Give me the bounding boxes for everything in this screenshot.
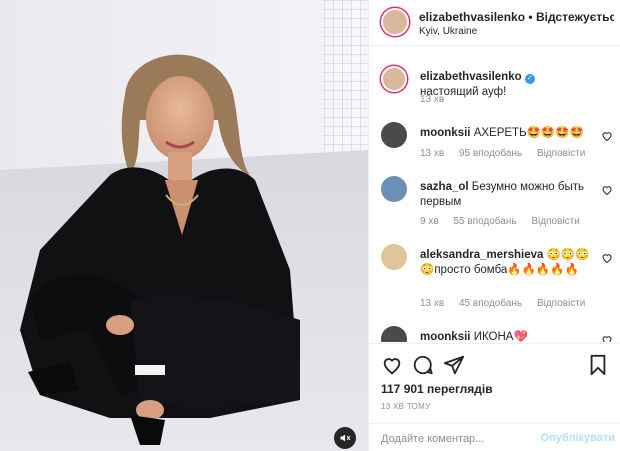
post-timestamp[interactable]: 13 ХВ ТОМУ (381, 402, 431, 411)
comments-list[interactable]: elizabethvasilenko ✓ настоящий ауф! 13 х… (369, 54, 620, 342)
view-count[interactable]: 117 901 переглядів (381, 382, 493, 396)
caption-meta: 13 хв (420, 94, 456, 105)
post-actions: 117 901 переглядів 13 ХВ ТОМУ Опублікува… (369, 343, 620, 451)
video-frame (0, 0, 368, 451)
comment-username[interactable]: moonksii (420, 331, 470, 342)
following-button[interactable]: Відстежується (536, 10, 614, 24)
comment-likes[interactable]: 95 вподобань (459, 148, 522, 159)
comment-likes[interactable]: 45 вподобань (459, 298, 522, 309)
caption-username[interactable]: elizabethvasilenko (420, 71, 522, 83)
commenter-avatar[interactable] (381, 122, 407, 148)
comment-time: 13 хв (420, 298, 445, 309)
share-icon[interactable] (443, 354, 465, 376)
post-location[interactable]: Kyiv, Ukraine (419, 26, 477, 37)
comment-input[interactable] (381, 430, 541, 448)
instagram-post: elizabethvasilenko • Відстежується Kyiv,… (0, 0, 620, 451)
comment-username[interactable]: aleksandra_mershieva (420, 249, 543, 261)
author-username[interactable]: elizabethvasilenko (419, 10, 525, 24)
header-username-line: elizabethvasilenko • Відстежується (419, 10, 614, 24)
comment-meta: 9 хв 55 вподобань Відповісти (420, 216, 592, 227)
comment-username[interactable]: moonksii (420, 127, 470, 139)
caption-avatar[interactable] (381, 66, 407, 92)
comment-username[interactable]: sazha_ol (420, 181, 469, 193)
heart-icon[interactable] (601, 252, 613, 264)
add-comment-bar: Опублікувати (369, 423, 620, 451)
commenter-avatar[interactable] (381, 176, 407, 202)
comment-text: АХЕРЕТЬ🤩🤩🤩🤩 (473, 127, 584, 139)
comment-text: ИКОНА💖 (473, 331, 528, 342)
reply-link[interactable]: Відповісти (537, 148, 585, 159)
caption-time: 13 хв (420, 94, 445, 105)
comment-icon[interactable] (412, 354, 434, 376)
heart-icon[interactable] (601, 130, 613, 142)
comment-time: 13 хв (420, 148, 445, 159)
comment-body: moonksii ИКОНА💖 (420, 330, 595, 342)
heart-icon[interactable] (601, 184, 613, 196)
commenter-avatar[interactable] (381, 326, 407, 342)
comment-time: 9 хв (420, 216, 439, 227)
heart-icon[interactable] (381, 354, 403, 376)
mute-button[interactable] (334, 427, 356, 449)
bookmark-icon[interactable] (587, 354, 609, 376)
publish-button[interactable]: Опублікувати (541, 432, 615, 444)
comment-body: aleksandra_mershieva 😳😳😳😳просто бомба🔥🔥🔥… (420, 248, 595, 278)
comment-likes[interactable]: 55 вподобань (453, 216, 516, 227)
heart-icon[interactable] (601, 334, 613, 342)
commenter-avatar[interactable] (381, 244, 407, 270)
comment-meta: 13 хв 95 вподобань Відповісти (420, 148, 597, 159)
reply-link[interactable]: Відповісти (531, 216, 579, 227)
comment-body: moonksii АХЕРЕТЬ🤩🤩🤩🤩 (420, 126, 595, 141)
verified-icon: ✓ (524, 74, 535, 84)
mute-icon (340, 434, 351, 442)
comment-meta: 13 хв 45 вподобань Відповісти (420, 298, 597, 309)
author-avatar[interactable] (381, 8, 409, 36)
post-header: elizabethvasilenko • Відстежується Kyiv,… (369, 0, 620, 46)
post-sidebar: elizabethvasilenko • Відстежується Kyiv,… (368, 0, 620, 451)
reply-link[interactable]: Відповісти (537, 298, 585, 309)
post-video[interactable] (0, 0, 368, 451)
separator-dot: • (528, 10, 533, 24)
comment-body: sazha_ol Безумно можно быть первым (420, 180, 595, 210)
